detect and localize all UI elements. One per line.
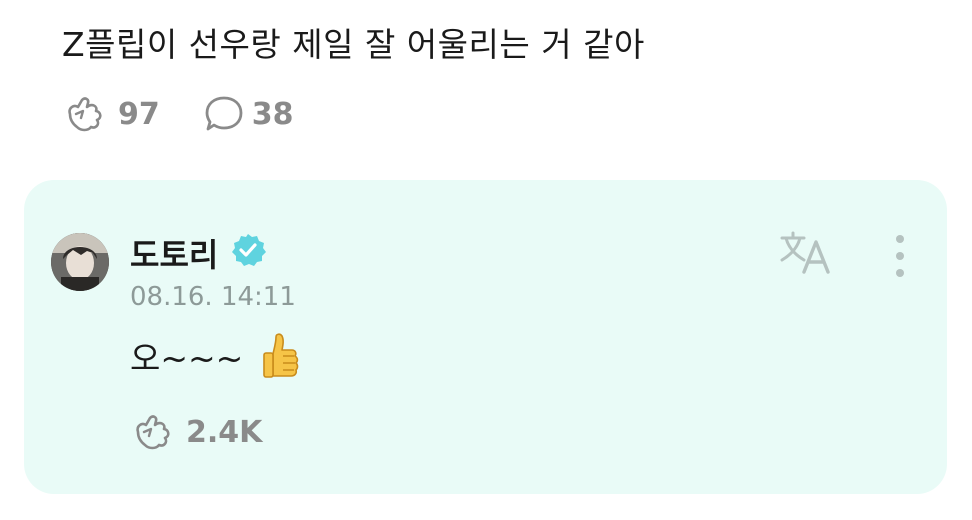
reply-like-button[interactable]: 2.4K bbox=[132, 412, 262, 452]
author-name[interactable]: 도토리 bbox=[130, 230, 218, 276]
thumbs-up-icon bbox=[263, 333, 299, 378]
like-icon bbox=[136, 415, 170, 450]
post-like-button[interactable]: 97 bbox=[64, 94, 160, 134]
avatar-image bbox=[51, 233, 109, 291]
reply-like-count: 2.4K bbox=[186, 414, 263, 450]
post-comment-count: 38 bbox=[251, 96, 294, 132]
reply-card: 도토리 08.16. 14:11 오~~~ 2.4K bbox=[24, 180, 947, 494]
post-comment-button[interactable]: 38 bbox=[204, 94, 294, 134]
comment-icon bbox=[205, 96, 243, 131]
reply-text: 오~~~ bbox=[130, 339, 244, 378]
like-icon bbox=[68, 97, 102, 132]
translate-icon[interactable] bbox=[778, 230, 834, 278]
author-avatar[interactable] bbox=[51, 233, 109, 291]
post-actions: 97 38 bbox=[64, 94, 294, 134]
verified-badge-icon bbox=[232, 234, 266, 266]
reply-actions: 2.4K bbox=[132, 412, 262, 452]
more-vertical-icon[interactable] bbox=[888, 234, 912, 278]
post-text: Z플립이 선우랑 제일 잘 어울리는 거 같아 bbox=[62, 25, 645, 64]
post-like-count: 97 bbox=[118, 96, 160, 132]
reply-timestamp: 08.16. 14:11 bbox=[130, 282, 296, 312]
